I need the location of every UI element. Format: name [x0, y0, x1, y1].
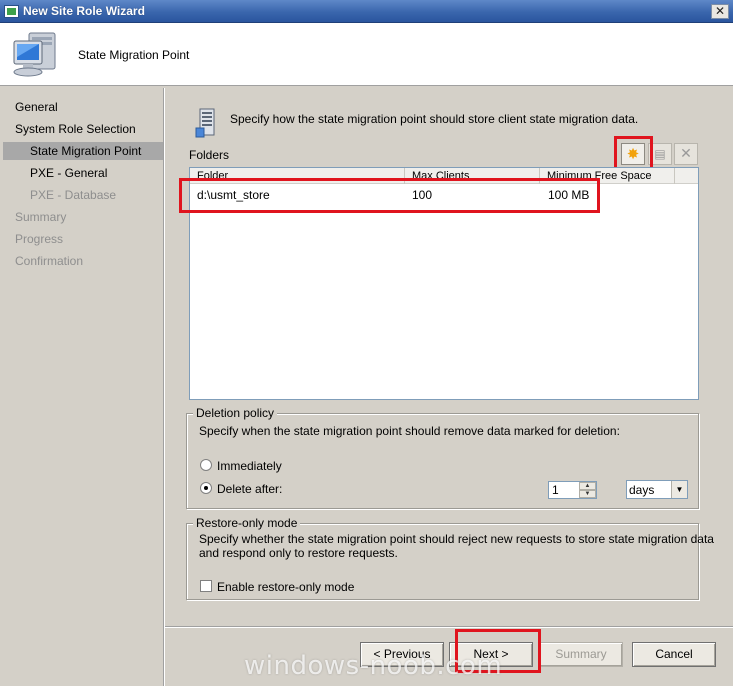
- deletion-policy-title: Deletion policy: [193, 406, 278, 420]
- immediately-radio[interactable]: [200, 459, 212, 471]
- chevron-down-icon[interactable]: ▼: [671, 481, 687, 498]
- restore-only-title: Restore-only mode: [193, 516, 301, 530]
- server-icon: [195, 108, 215, 138]
- window-title: New Site Role Wizard: [23, 4, 145, 18]
- delete-icon: ✕: [680, 146, 692, 162]
- wizard-nav: General System Role Selection State Migr…: [0, 88, 164, 686]
- nav-item-progress: Progress: [15, 232, 64, 246]
- summary-button: Summary: [539, 642, 623, 667]
- folders-label: Folders: [189, 148, 230, 162]
- computer-icon: [13, 32, 56, 77]
- deletion-policy-description: Specify when the state migration point s…: [199, 424, 620, 438]
- restore-only-description-2: and respond only to restore requests.: [199, 546, 398, 560]
- nav-item-pxe-general[interactable]: PXE - General: [30, 166, 107, 180]
- spin-up-icon[interactable]: ▲: [579, 482, 596, 490]
- cancel-button[interactable]: Cancel: [632, 642, 716, 667]
- unit-selected-value[interactable]: days: [629, 483, 654, 497]
- spin-down-icon[interactable]: ▼: [579, 490, 596, 498]
- delete-after-radio[interactable]: [200, 482, 212, 494]
- highlight-folder-row: [179, 178, 600, 213]
- delete-after-label[interactable]: Delete after:: [217, 482, 282, 496]
- nav-item-confirmation: Confirmation: [15, 254, 84, 268]
- nav-item-state-migration-point[interactable]: State Migration Point: [3, 142, 164, 160]
- intro-text: Specify how the state migration point sh…: [230, 112, 639, 126]
- page-title: State Migration Point: [78, 48, 190, 62]
- close-button[interactable]: ✕: [711, 4, 729, 19]
- wizard-app-icon: [4, 5, 19, 18]
- nav-item-system-role-selection[interactable]: System Role Selection: [15, 122, 136, 136]
- delete-folder-button[interactable]: ✕: [674, 143, 698, 165]
- restore-only-label[interactable]: Enable restore-only mode: [217, 580, 354, 594]
- nav-item-pxe-database: PXE - Database: [30, 188, 117, 202]
- nav-item-summary: Summary: [15, 210, 67, 224]
- bottom-separator: [165, 626, 733, 628]
- restore-only-checkbox[interactable]: [200, 580, 212, 592]
- immediately-label[interactable]: Immediately: [217, 459, 282, 473]
- properties-icon: ▤: [654, 147, 666, 161]
- delete-after-value[interactable]: 1: [552, 483, 559, 497]
- restore-only-description-1: Specify whether the state migration poin…: [199, 532, 714, 546]
- nav-item-general[interactable]: General: [15, 100, 58, 114]
- watermark: windows-noob.com: [244, 651, 503, 681]
